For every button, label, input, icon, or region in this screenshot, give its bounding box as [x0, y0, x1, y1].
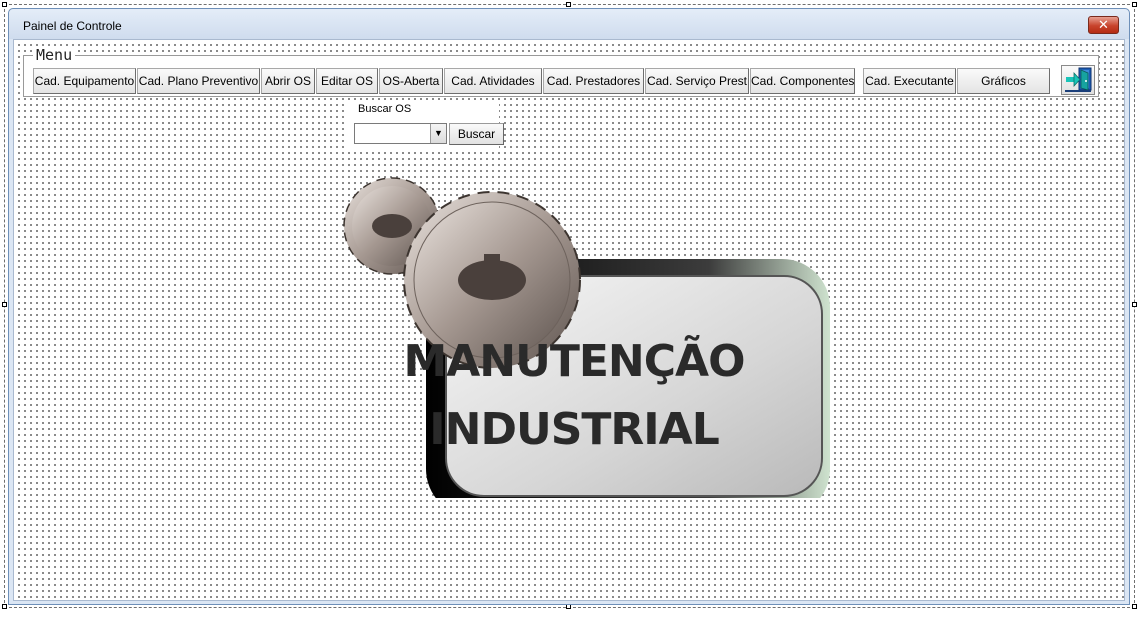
cad-equipamento-button[interactable]: Cad. Equipamento [33, 68, 136, 94]
cad-executante-button[interactable]: Cad. Executante [863, 68, 956, 94]
menu-legend: Menu [33, 46, 76, 64]
close-icon: ✕ [1098, 17, 1109, 32]
resize-handle[interactable] [2, 604, 7, 609]
resize-handle[interactable] [1132, 302, 1137, 307]
resize-handle[interactable] [2, 302, 7, 307]
resize-handle[interactable] [1132, 2, 1137, 7]
cad-atividades-button[interactable]: Cad. Atividades [444, 68, 542, 94]
cad-servico-prest-button[interactable]: Cad. Serviço Prest [645, 68, 749, 94]
resize-handle[interactable] [566, 2, 571, 7]
form-canvas: Menu Cad. Equipamento Cad. Plano Prevent… [13, 39, 1125, 601]
graficos-button[interactable]: Gráficos [957, 68, 1050, 94]
os-aberta-button[interactable]: OS-Aberta [379, 68, 443, 94]
abrir-os-button[interactable]: Abrir OS [261, 68, 315, 94]
manutencao-industrial-logo: MANUTENÇÃO INDUSTRIAL [314, 158, 834, 498]
search-os-legend: Buscar OS [356, 103, 414, 115]
logo-line-1: MANUTENÇÃO [403, 336, 745, 387]
os-combobox[interactable]: ▼ [354, 123, 447, 144]
window-title: Painel de Controle [23, 19, 122, 33]
control-panel-window: Painel de Controle ✕ Menu Cad. Equipamen… [8, 8, 1130, 605]
resize-handle[interactable] [1132, 604, 1137, 609]
title-bar[interactable]: Painel de Controle ✕ [9, 9, 1129, 39]
cad-prestadores-button[interactable]: Cad. Prestadores [543, 68, 644, 94]
exit-door-icon [1065, 67, 1092, 92]
cad-plano-preventivo-button[interactable]: Cad. Plano Preventivo [137, 68, 260, 94]
chevron-down-icon[interactable]: ▼ [430, 124, 446, 143]
close-button[interactable]: ✕ [1088, 16, 1119, 34]
cad-componentes-button[interactable]: Cad. Componentes [750, 68, 855, 94]
logo-line-2: INDUSTRIAL [429, 404, 720, 455]
search-os-frame: Buscar OS ▼ Buscar [344, 103, 504, 149]
menu-frame: Menu Cad. Equipamento Cad. Plano Prevent… [23, 46, 1099, 97]
editar-os-button[interactable]: Editar OS [316, 68, 378, 94]
exit-button[interactable] [1061, 65, 1095, 95]
resize-handle[interactable] [2, 2, 7, 7]
buscar-button[interactable]: Buscar [449, 123, 504, 145]
